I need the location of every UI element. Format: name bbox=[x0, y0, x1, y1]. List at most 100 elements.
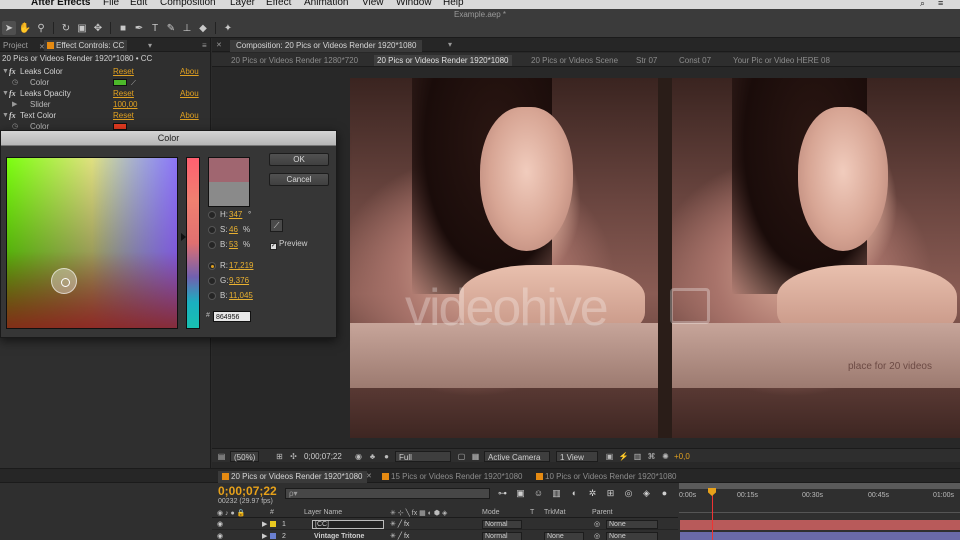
checkbox-checked-icon[interactable]: ✓ bbox=[270, 243, 277, 250]
show-snapshot-icon[interactable]: ♣ bbox=[367, 451, 378, 462]
menu-file[interactable]: File bbox=[103, 0, 119, 8]
viewer-timecode[interactable]: 0;00;07;22 bbox=[304, 451, 342, 462]
layer-search-input[interactable]: ρ▾ bbox=[285, 488, 490, 499]
layer-row[interactable]: ◉ ▶ 1 [CC] ✳ ╱ fx Normal ◎ None bbox=[212, 519, 678, 530]
solo-icon[interactable]: ● bbox=[658, 487, 671, 499]
fx-icon[interactable]: fx bbox=[9, 66, 16, 77]
pan-behind-tool-icon[interactable]: ✥ bbox=[91, 21, 105, 35]
timeline-icon[interactable]: ▥ bbox=[632, 451, 643, 462]
preview-checkbox[interactable]: ✓ Preview bbox=[270, 239, 307, 250]
breadcrumb-item[interactable]: Str 07 bbox=[633, 55, 660, 66]
views-dropdown[interactable]: 1 View bbox=[556, 451, 598, 462]
exposure-value[interactable]: +0,0 bbox=[674, 451, 690, 462]
effect-row-leaks-opacity[interactable]: ▼ fx Leaks Opacity Reset Abou bbox=[0, 88, 210, 99]
radio-brightness[interactable] bbox=[208, 241, 216, 249]
mode-dropdown[interactable]: Normal bbox=[482, 532, 522, 540]
slider-arrow-icon[interactable] bbox=[181, 233, 186, 241]
fx-icon[interactable]: fx bbox=[9, 110, 16, 121]
tab-dropdown-icon[interactable]: ▾ bbox=[448, 40, 452, 49]
breadcrumb-item[interactable]: 20 Pics or Videos Scene bbox=[528, 55, 621, 66]
label-color-swatch[interactable] bbox=[270, 533, 276, 539]
resolution-dropdown[interactable]: Full bbox=[395, 451, 451, 462]
clone-stamp-tool-icon[interactable]: ⊥ bbox=[180, 21, 194, 35]
about-link[interactable]: Abou bbox=[180, 88, 199, 99]
pen-tool-icon[interactable]: ✒ bbox=[132, 21, 146, 35]
radio-green[interactable] bbox=[208, 277, 216, 285]
field-value[interactable]: 347 bbox=[229, 209, 242, 221]
breadcrumb-item-active[interactable]: 20 Pics or Videos Render 1920*1080 bbox=[374, 55, 512, 66]
fx-icon[interactable]: fx bbox=[9, 88, 16, 99]
radio-blue[interactable] bbox=[208, 292, 216, 300]
effect-row-text-color[interactable]: ▼ fx Text Color Reset Abou bbox=[0, 110, 210, 121]
menu-layer[interactable]: Layer bbox=[230, 0, 255, 8]
motion-blur-icon[interactable]: ◐ bbox=[568, 487, 581, 499]
brainstorm-icon[interactable]: ✲ bbox=[586, 487, 599, 499]
twirl-icon[interactable]: ▶ bbox=[262, 519, 267, 530]
snapshot-icon[interactable]: ◉ bbox=[353, 451, 364, 462]
color-picker-handle[interactable] bbox=[51, 268, 77, 294]
radio-red[interactable] bbox=[208, 262, 216, 270]
layer-row[interactable]: ◉ ▶ 2 Vintage Tritone ✳ ╱ fx Normal None… bbox=[212, 531, 678, 540]
graph-editor-icon[interactable]: ⊞ bbox=[604, 487, 617, 499]
slider-value[interactable]: 100,00 bbox=[113, 99, 137, 110]
work-area-bar[interactable] bbox=[679, 483, 960, 489]
color-swatch[interactable] bbox=[113, 123, 127, 130]
brush-tool-icon[interactable]: ✎ bbox=[164, 21, 178, 35]
layer-duration-bar[interactable] bbox=[680, 520, 960, 530]
hue-slider[interactable] bbox=[181, 157, 200, 329]
close-icon[interactable]: ✕ bbox=[216, 41, 222, 49]
about-link[interactable]: Abou bbox=[180, 110, 199, 121]
mask-visibility-icon[interactable]: ✣ bbox=[288, 451, 299, 462]
region-of-interest-icon[interactable]: ▢ bbox=[456, 451, 467, 462]
twirl-icon[interactable]: ▶ bbox=[12, 99, 17, 110]
current-time-display[interactable]: 0;00;07;22 bbox=[218, 484, 277, 498]
tab-timeline-10[interactable]: 10 Pics or Videos Render 1920*1080 bbox=[532, 471, 681, 483]
eraser-tool-icon[interactable]: ◆ bbox=[196, 21, 210, 35]
search-icon[interactable]: ⌕ bbox=[920, 0, 925, 9]
shy-icon[interactable]: ☺ bbox=[532, 487, 545, 499]
notification-icon[interactable]: ≡ bbox=[938, 0, 943, 8]
menu-composition[interactable]: Composition bbox=[160, 0, 216, 8]
layer-switches[interactable]: ✳ ╱ fx bbox=[390, 519, 409, 530]
tab-project[interactable]: Project bbox=[0, 40, 31, 51]
pickwhip-icon[interactable]: ◎ bbox=[594, 531, 600, 540]
twirl-icon[interactable]: ▼ bbox=[2, 66, 9, 77]
field-value[interactable]: 9,376 bbox=[229, 275, 249, 287]
color-field[interactable] bbox=[6, 157, 178, 329]
hex-input[interactable]: 864956 bbox=[213, 311, 251, 322]
parent-dropdown[interactable]: None bbox=[606, 532, 658, 540]
stopwatch-icon[interactable]: ◷ bbox=[12, 77, 18, 88]
pickwhip-icon[interactable]: ◎ bbox=[594, 519, 600, 530]
layer-name[interactable]: [CC] bbox=[312, 520, 384, 529]
trkmat-dropdown[interactable]: None bbox=[544, 532, 584, 540]
label-color-swatch[interactable] bbox=[270, 521, 276, 527]
layer-name[interactable]: Vintage Tritone bbox=[314, 531, 364, 540]
close-icon[interactable]: ✕ bbox=[366, 472, 372, 480]
twirl-icon[interactable]: ▶ bbox=[262, 531, 267, 540]
selection-tool-icon[interactable]: ➤ bbox=[2, 21, 16, 35]
menu-window[interactable]: Window bbox=[396, 0, 432, 8]
zoom-tool-icon[interactable]: ⚲ bbox=[34, 21, 48, 35]
visibility-icon[interactable]: ◉ bbox=[217, 519, 223, 530]
twirl-icon[interactable]: ▼ bbox=[2, 110, 9, 121]
menu-effect[interactable]: Effect bbox=[266, 0, 291, 8]
menu-view[interactable]: View bbox=[362, 0, 384, 8]
auto-keyframe-icon[interactable]: ◈ bbox=[640, 487, 653, 499]
field-value[interactable]: 46 bbox=[229, 224, 238, 236]
time-ruler[interactable] bbox=[679, 504, 960, 513]
mode-dropdown[interactable]: Normal bbox=[482, 520, 522, 529]
reset-link[interactable]: Reset bbox=[113, 66, 134, 77]
camera-dropdown[interactable]: Active Camera bbox=[484, 451, 550, 462]
twirl-icon[interactable]: ▼ bbox=[2, 88, 9, 99]
comp-mini-flowchart-icon[interactable]: ⊶ bbox=[496, 487, 509, 499]
toggle-pixel-aspect-icon[interactable]: ▣ bbox=[604, 451, 615, 462]
exposure-icon[interactable]: ✺ bbox=[660, 451, 671, 462]
layer-duration-bar[interactable] bbox=[680, 532, 960, 540]
radio-saturation[interactable] bbox=[208, 226, 216, 234]
eyedropper-icon[interactable]: ⟋ bbox=[270, 219, 283, 232]
always-preview-icon[interactable]: ▤ bbox=[216, 451, 227, 462]
camera-tool-icon[interactable]: ▣ bbox=[75, 21, 89, 35]
panel-menu-icon[interactable]: ≡ bbox=[199, 40, 210, 51]
menu-edit[interactable]: Edit bbox=[130, 0, 147, 8]
field-value[interactable]: 53 bbox=[229, 239, 238, 251]
